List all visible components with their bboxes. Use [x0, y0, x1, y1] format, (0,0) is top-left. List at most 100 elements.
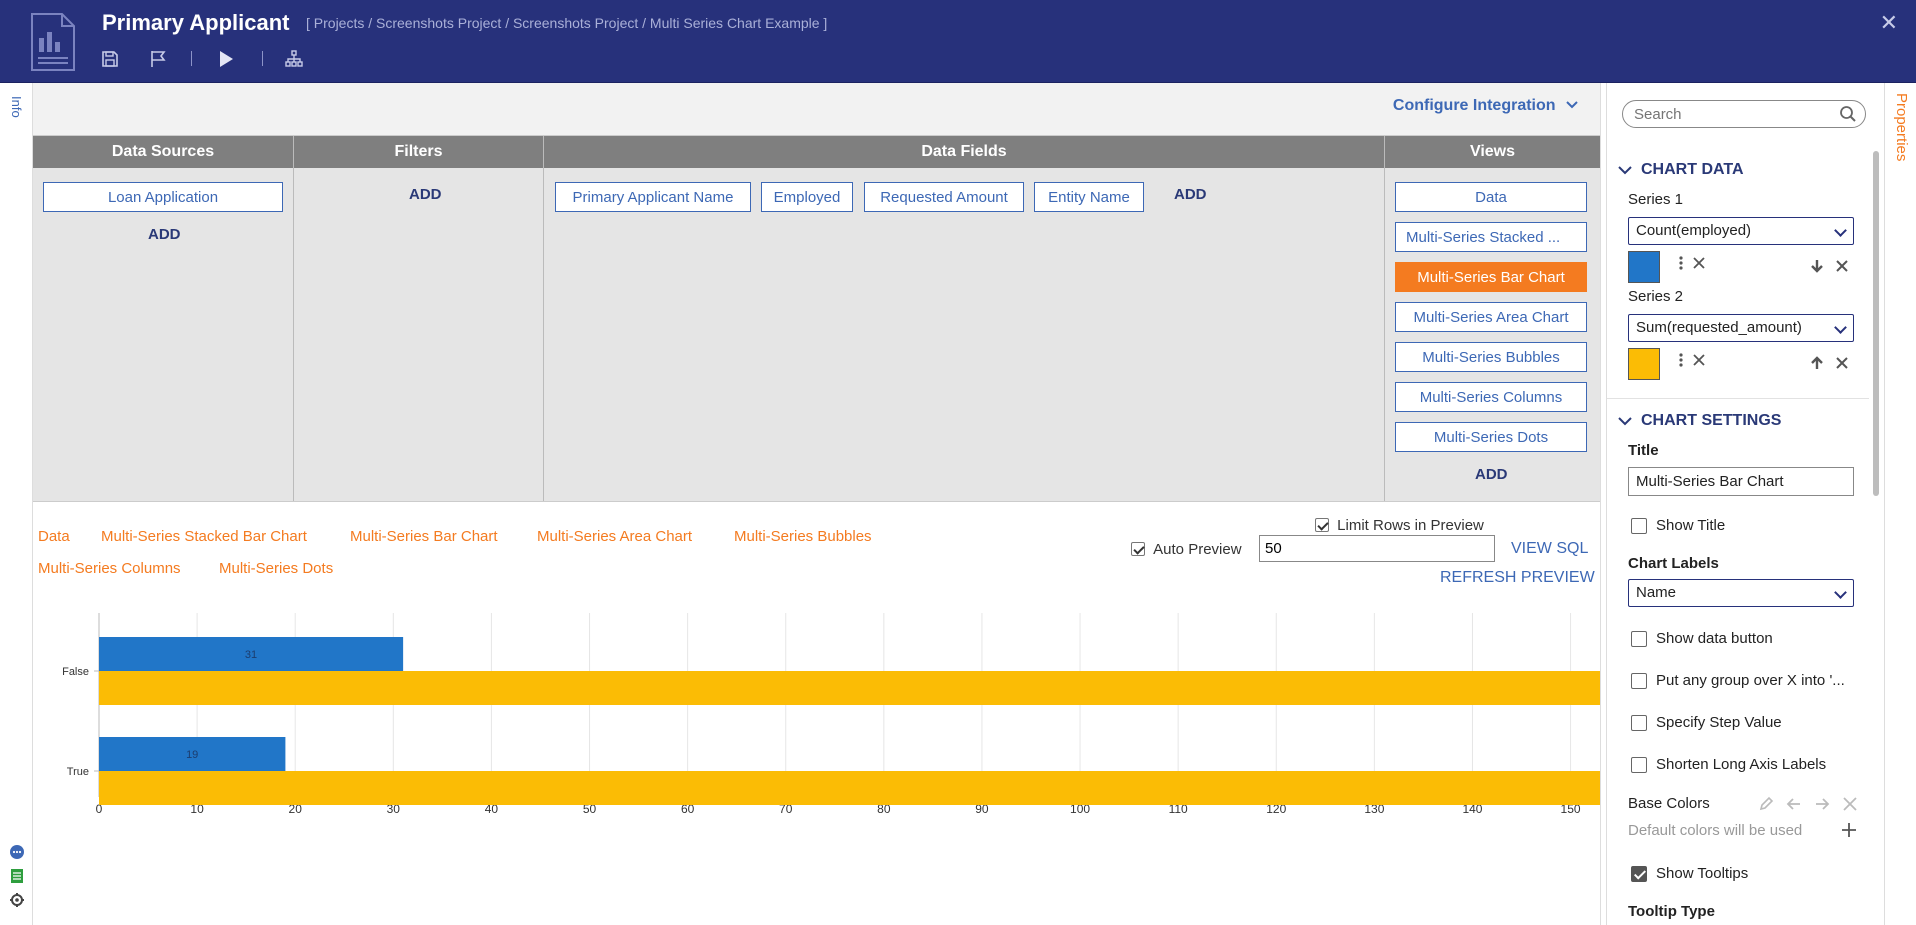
show-tooltips-toggle[interactable]: Show Tooltips	[1631, 865, 1748, 882]
view-chip-columns[interactable]: Multi-Series Columns	[1395, 382, 1587, 412]
arrow-right-icon[interactable]	[1814, 796, 1830, 812]
preview-link-stacked-bar[interactable]: Multi-Series Stacked Bar Chart	[101, 528, 307, 545]
y-category-label: False	[62, 666, 89, 678]
preview-link-area-chart[interactable]: Multi-Series Area Chart	[537, 528, 692, 545]
add-data-field-button[interactable]: ADD	[1174, 186, 1207, 203]
chart-title-input[interactable]	[1628, 467, 1854, 496]
view-chip-bubbles[interactable]: Multi-Series Bubbles	[1395, 342, 1587, 372]
preview-link-dots[interactable]: Multi-Series Dots	[219, 560, 333, 577]
preview-link-data[interactable]: Data	[38, 528, 70, 545]
group-over-label: Put any group over X into '...	[1656, 672, 1845, 689]
series-1-color-swatch[interactable]	[1628, 251, 1660, 283]
add-data-source-button[interactable]: ADD	[148, 226, 181, 243]
view-chip-bar-chart-active[interactable]: Multi-Series Bar Chart	[1395, 262, 1587, 292]
group-over-checkbox[interactable]	[1631, 672, 1647, 689]
chevron-down-icon	[1618, 417, 1632, 426]
data-field-chip[interactable]: Entity Name	[1034, 182, 1144, 212]
refresh-preview-button[interactable]: REFRESH PREVIEW	[1440, 569, 1595, 587]
view-chip-dots[interactable]: Multi-Series Dots	[1395, 422, 1587, 452]
view-chip-data[interactable]: Data	[1395, 182, 1587, 212]
preview-link-bar-chart[interactable]: Multi-Series Bar Chart	[350, 528, 498, 545]
properties-tab[interactable]: Properties	[1893, 93, 1910, 161]
remove-color-icon[interactable]	[1842, 796, 1858, 812]
remove-color-icon[interactable]	[1691, 255, 1707, 271]
series-2-value: Sum(requested_amount)	[1636, 319, 1802, 336]
step-value-checkbox[interactable]	[1631, 714, 1647, 731]
chart-settings-section-toggle[interactable]: CHART SETTINGS	[1618, 412, 1781, 430]
auto-preview-toggle[interactable]: Auto Preview	[1131, 541, 1242, 558]
arrow-left-icon[interactable]	[1786, 796, 1802, 812]
add-view-button[interactable]: ADD	[1475, 466, 1508, 483]
properties-search-input[interactable]	[1622, 100, 1866, 128]
save-icon[interactable]	[99, 48, 121, 70]
properties-scrollbar[interactable]	[1873, 151, 1879, 496]
settings-icon[interactable]	[9, 892, 25, 908]
y-category-label: True	[67, 766, 89, 778]
section-divider	[1607, 398, 1869, 399]
toolbar-divider	[191, 51, 192, 66]
auto-preview-checkbox[interactable]	[1131, 542, 1145, 556]
show-data-button-checkbox[interactable]	[1631, 630, 1647, 647]
series-2-select[interactable]: Sum(requested_amount)	[1628, 314, 1854, 342]
add-filter-button[interactable]: ADD	[409, 186, 442, 203]
show-data-button-toggle[interactable]: Show data button	[1631, 630, 1773, 647]
data-field-chip[interactable]: Requested Amount	[864, 182, 1024, 212]
series-2-color-swatch[interactable]	[1628, 348, 1660, 380]
move-up-icon[interactable]	[1809, 355, 1825, 371]
show-title-toggle[interactable]: Show Title	[1631, 517, 1725, 534]
chart-labels-select[interactable]: Name	[1628, 579, 1854, 607]
preview-rows-input[interactable]	[1259, 535, 1495, 562]
data-source-chip[interactable]: Loan Application	[43, 182, 283, 212]
limit-rows-toggle[interactable]: Limit Rows in Preview	[1315, 517, 1484, 534]
more-options-icon[interactable]	[1673, 255, 1689, 271]
views-column: Views Data Multi-Series Stacked ... Mult…	[1385, 136, 1600, 502]
chart-labels-label: Chart Labels	[1628, 555, 1719, 572]
configure-integration-button[interactable]: Configure Integration	[1393, 97, 1578, 115]
add-color-icon[interactable]	[1841, 822, 1857, 838]
remove-color-icon[interactable]	[1691, 352, 1707, 368]
chart-settings-header: CHART SETTINGS	[1641, 412, 1782, 429]
chat-icon[interactable]	[9, 844, 25, 860]
edit-icon[interactable]	[1758, 796, 1774, 812]
breadcrumb[interactable]: [ Projects / Screenshots Project / Scree…	[306, 15, 827, 31]
hierarchy-icon[interactable]	[283, 48, 305, 70]
chart-data-header: CHART DATA	[1641, 161, 1744, 178]
series-1-select[interactable]: Count(employed)	[1628, 217, 1854, 245]
data-sources-header: Data Sources	[33, 136, 293, 168]
main-panel: Configure Integration Data Sources Loan …	[33, 83, 1600, 925]
preview-panel: Data Multi-Series Stacked Bar Chart Mult…	[33, 501, 1600, 925]
show-title-label: Show Title	[1656, 517, 1726, 534]
preview-link-bubbles[interactable]: Multi-Series Bubbles	[734, 528, 872, 545]
shorten-labels-checkbox[interactable]	[1631, 756, 1647, 773]
view-sql-button[interactable]: VIEW SQL	[1511, 540, 1588, 558]
flag-icon[interactable]	[147, 48, 169, 70]
remove-series-icon[interactable]	[1834, 355, 1850, 371]
close-icon[interactable]: ✕	[1880, 10, 1898, 36]
move-down-icon[interactable]	[1809, 258, 1825, 274]
remove-series-icon[interactable]	[1834, 258, 1850, 274]
view-chip-stacked-bar[interactable]: Multi-Series Stacked ...	[1395, 222, 1587, 252]
limit-rows-checkbox[interactable]	[1315, 518, 1329, 532]
show-title-checkbox[interactable]	[1631, 517, 1647, 534]
view-chip-area-chart[interactable]: Multi-Series Area Chart	[1395, 302, 1587, 332]
bar-data-label: 19	[186, 749, 198, 761]
page-title: Primary Applicant	[102, 10, 290, 35]
shorten-labels-toggle[interactable]: Shorten Long Axis Labels	[1631, 756, 1826, 773]
bar-chart: 0 10 20 30 40 50 60 70 80 90 100 110 120 130 140 150Fal…	[62, 613, 1600, 816]
show-tooltips-checkbox[interactable]	[1631, 865, 1647, 882]
sheet-icon[interactable]	[9, 868, 25, 884]
chevron-down-icon	[1834, 224, 1847, 237]
group-over-toggle[interactable]: Put any group over X into '...	[1631, 672, 1845, 689]
preview-link-columns[interactable]: Multi-Series Columns	[38, 560, 181, 577]
data-sources-column: Data Sources Loan Application ADD	[33, 136, 294, 502]
series-2-label: Series 2	[1628, 288, 1684, 305]
step-value-toggle[interactable]: Specify Step Value	[1631, 714, 1782, 731]
chart-data-section-toggle[interactable]: CHART DATA	[1618, 161, 1744, 179]
data-field-chip[interactable]: Primary Applicant Name	[555, 182, 751, 212]
more-options-icon[interactable]	[1673, 352, 1689, 368]
info-tab[interactable]: Info	[9, 96, 24, 118]
run-icon[interactable]	[215, 48, 237, 70]
search-icon[interactable]	[1839, 105, 1857, 123]
query-builder-grid: Data Sources Loan Application ADD Filter…	[33, 135, 1600, 502]
data-field-chip[interactable]: Employed	[761, 182, 853, 212]
